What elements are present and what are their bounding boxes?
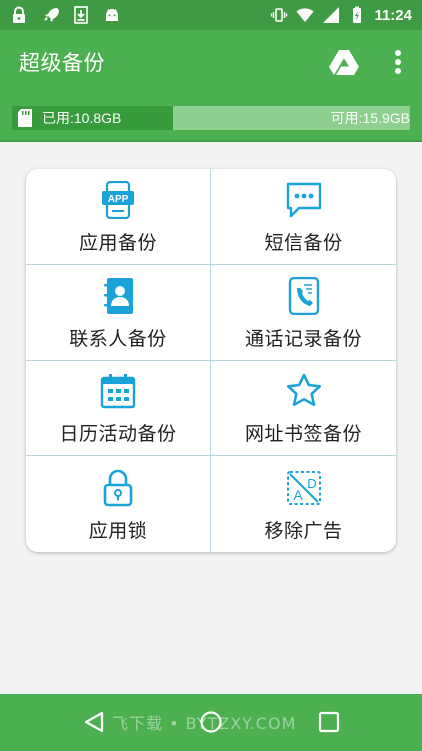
status-time: 11:24 xyxy=(374,6,412,24)
menu-item-sms-backup[interactable]: 短信备份 xyxy=(211,169,396,265)
contacts-icon xyxy=(98,276,138,316)
app-icon: APP xyxy=(98,180,138,220)
menu-item-calendar-backup[interactable]: 日历活动备份 xyxy=(26,360,211,457)
backup-menu-grid: APP 应用备份 短信备份 联系人备份 通话记录备份 日历活动备份 网址书签备份… xyxy=(26,169,396,552)
wifi-icon xyxy=(296,8,314,22)
app-bar: 超级备份 xyxy=(0,30,422,94)
status-system-icons: 11:24 xyxy=(270,6,412,24)
call-log-icon xyxy=(284,276,324,316)
svg-text:APP: APP xyxy=(108,194,129,205)
storage-usage-bar: 已用:10.8GB 可用:15.9GB xyxy=(12,106,410,130)
download-icon xyxy=(74,6,88,24)
sms-icon xyxy=(284,180,324,220)
status-bar: 11:24 xyxy=(0,0,422,30)
battery-charging-icon xyxy=(353,6,362,23)
home-icon[interactable] xyxy=(199,710,223,734)
android-icon xyxy=(106,9,118,21)
menu-item-label: 联系人备份 xyxy=(69,327,167,350)
calendar-icon xyxy=(98,371,138,411)
menu-item-app-backup[interactable]: APP 应用备份 xyxy=(26,169,211,265)
vibrate-icon xyxy=(271,8,288,22)
signal-icon xyxy=(323,7,340,23)
svg-text:D: D xyxy=(307,476,316,491)
status-notification-icons xyxy=(10,6,121,24)
menu-item-app-lock[interactable]: 应用锁 xyxy=(26,456,211,552)
bookmark-star-icon xyxy=(284,371,324,411)
menu-item-contacts-backup[interactable]: 联系人备份 xyxy=(26,264,211,361)
menu-item-call-log-backup[interactable]: 通话记录备份 xyxy=(211,265,396,361)
menu-item-label: 网址书签备份 xyxy=(244,423,362,446)
storage-used-label: 已用:10.8GB xyxy=(42,110,122,126)
app-bar-actions xyxy=(324,42,422,82)
remove-ads-icon: A D xyxy=(284,468,324,508)
recents-icon[interactable] xyxy=(317,710,341,734)
menu-item-label: 应用锁 xyxy=(88,519,148,542)
menu-item-label: 应用备份 xyxy=(78,231,157,254)
more-options-button[interactable] xyxy=(382,42,414,82)
menu-item-remove-ads[interactable]: A D 移除广告 xyxy=(211,456,396,552)
app-title: 超级备份 xyxy=(19,51,105,75)
rocket-icon xyxy=(44,8,59,22)
back-icon[interactable] xyxy=(82,710,106,734)
sd-card-icon xyxy=(18,109,32,127)
google-drive-button[interactable] xyxy=(324,42,364,82)
system-nav-bar: 飞下载 • BYTZXY.COM xyxy=(0,694,422,751)
storage-free-label: 可用:15.9GB xyxy=(330,110,410,126)
menu-item-label: 移除广告 xyxy=(264,519,343,542)
svg-text:A: A xyxy=(293,487,303,503)
menu-item-bookmark-backup[interactable]: 网址书签备份 xyxy=(211,361,396,457)
menu-item-label: 日历活动备份 xyxy=(59,423,177,446)
storage-panel: 已用:10.8GB 可用:15.9GB xyxy=(0,94,422,142)
lock-icon xyxy=(98,468,138,508)
google-drive-icon xyxy=(329,50,359,75)
menu-item-label: 短信备份 xyxy=(264,231,343,254)
more-vert-icon xyxy=(395,50,401,74)
menu-item-label: 通话记录备份 xyxy=(244,327,362,350)
lock-icon xyxy=(13,6,25,23)
